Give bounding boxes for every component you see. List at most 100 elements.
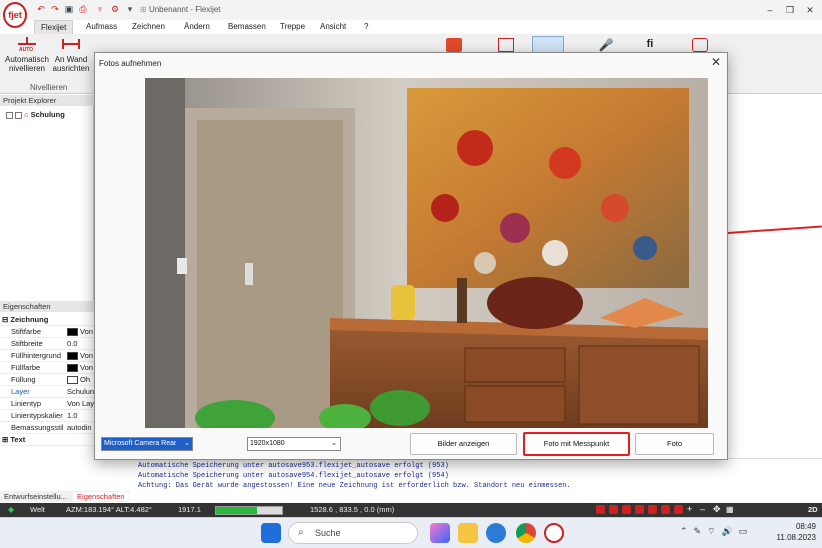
project-root-item[interactable]: ⌂ Schulung xyxy=(6,110,65,119)
section-text[interactable]: ⊞ Text xyxy=(0,434,94,446)
menu-flexijet[interactable]: Flexijet xyxy=(34,20,74,34)
undo-icon[interactable]: ↶ xyxy=(36,4,46,14)
snap-icon[interactable] xyxy=(648,505,657,514)
widgets-icon[interactable] xyxy=(430,523,450,543)
snap-icon[interactable] xyxy=(596,505,605,514)
print-icon[interactable]: ⎙ xyxy=(78,4,88,14)
chevron-down-icon: ⌄ xyxy=(331,440,337,447)
save-icon[interactable]: ▣ xyxy=(64,4,74,14)
start-icon[interactable] xyxy=(261,523,281,543)
menu-aufmass[interactable]: Aufmass xyxy=(80,20,123,34)
tab-entwurf[interactable]: Entwurfseinstellu... xyxy=(0,492,71,501)
menu-treppe[interactable]: Treppe xyxy=(274,20,311,34)
camera-preview-image xyxy=(145,78,708,428)
edge-icon[interactable] xyxy=(486,523,506,543)
menu-help[interactable]: ? xyxy=(358,20,374,34)
snap-icon[interactable] xyxy=(609,505,618,514)
auto-level-button[interactable]: AUTO Automatisch nivellieren xyxy=(4,37,50,73)
dialog-close-button[interactable]: ✕ xyxy=(711,55,721,69)
taskbar-search[interactable]: ⌕ Suche xyxy=(288,522,418,544)
log-line: Achtung: Das Gerät wurde angestossen! Ei… xyxy=(138,482,571,490)
search-icon: ⌕ xyxy=(298,527,304,538)
camera-preview[interactable] xyxy=(145,78,708,428)
zoom-in-icon[interactable]: + xyxy=(687,505,696,514)
photo-button[interactable]: Foto xyxy=(635,433,714,455)
redo-icon[interactable]: ↷ xyxy=(50,4,60,14)
prop-row[interactable]: Layer Schulun xyxy=(0,386,94,398)
log-line: Automatische Speicherung unter autosave9… xyxy=(138,462,449,470)
level-icon: AUTO xyxy=(16,37,38,53)
prop-row[interactable]: Füllfarbe Von xyxy=(0,362,94,374)
visibility-checkbox[interactable] xyxy=(15,111,22,119)
properties-header: Eigenschaften xyxy=(0,301,94,312)
log-panel: Automatische Speicherung unter autosave9… xyxy=(130,458,822,492)
resolution-select[interactable]: 1920x1080 ⌄ xyxy=(247,437,341,451)
camera-select[interactable]: Microsoft Camera Rear ⌄ xyxy=(101,437,193,451)
device-icon[interactable]: ⚙ xyxy=(110,4,120,14)
section-zeichnung[interactable]: ⊟ Zeichnung xyxy=(0,314,94,326)
microphone-icon[interactable]: 🎤 xyxy=(598,38,614,52)
project-explorer-panel xyxy=(0,95,94,300)
properties-panel: ⊟ Zeichnung Stiftfarbe Von Stiftbreite 0.0… xyxy=(0,312,94,490)
chevron-down-icon: ⌄ xyxy=(184,440,190,447)
photo-dialog: Fotos aufnehmen ✕ Microsoft Camera Rear … xyxy=(94,52,728,460)
move-icon[interactable]: ✥ xyxy=(713,505,722,514)
menu-ansicht[interactable]: Ansicht xyxy=(314,20,352,34)
dialog-title: Fotos aufnehmen xyxy=(99,59,162,68)
menu-bar xyxy=(0,20,822,34)
status-tools: + – ✥ ▦ xyxy=(596,505,792,515)
status-coords: 1528.6 , 833.5 , 0.0 (mm) xyxy=(310,505,395,514)
tool-icon[interactable]: ♆ xyxy=(95,4,105,14)
tab-eigenschaften[interactable]: Eigenschaften xyxy=(73,492,129,501)
snap-icon[interactable] xyxy=(622,505,631,514)
maximize-button[interactable]: ❐ xyxy=(780,3,800,17)
connection-icon: ◆ xyxy=(8,505,15,514)
grid-icon[interactable]: ▦ xyxy=(726,505,735,514)
tray-icons[interactable]: ⌃✎⌔🔊▭ xyxy=(680,526,753,537)
status-distance: 1917.1 xyxy=(178,505,201,514)
prop-row[interactable]: Füllhintergrund Von xyxy=(0,350,94,362)
chrome-icon[interactable] xyxy=(516,523,536,543)
prop-row[interactable]: Linientypskalier 1.0 xyxy=(0,410,94,422)
snap-icon[interactable] xyxy=(661,505,670,514)
close-window-button[interactable]: ✕ xyxy=(800,3,820,17)
project-explorer-header: Projekt Explorer xyxy=(0,95,94,106)
clock[interactable]: 08:49 11.08.2023 xyxy=(776,521,816,543)
menu-bemassen[interactable]: Bemassen xyxy=(222,20,272,34)
status-angles: AZM:183.194° ALT:4.482° xyxy=(66,505,152,514)
prop-row[interactable]: Linientyp Von Lay xyxy=(0,398,94,410)
prop-row[interactable]: Stiftfarbe Von xyxy=(0,326,94,338)
location-icon[interactable] xyxy=(692,38,708,52)
bottom-tabs: Entwurfseinstellu... Eigenschaften xyxy=(0,491,130,502)
menu-zeichnen[interactable]: Zeichnen xyxy=(126,20,171,34)
file-explorer-icon[interactable] xyxy=(458,523,478,543)
title-bar xyxy=(0,0,822,20)
prop-row[interactable]: Stiftbreite 0.0 xyxy=(0,338,94,350)
expand-toggle[interactable] xyxy=(6,111,13,119)
log-line: Automatische Speicherung unter autosave9… xyxy=(138,472,449,480)
dropdown-icon[interactable]: ▾ xyxy=(125,4,135,14)
align-wall-button[interactable]: An Wand ausrichten xyxy=(52,37,90,73)
show-images-button[interactable]: Bilder anzeigen xyxy=(410,433,517,455)
align-wall-icon xyxy=(60,37,82,53)
snap-icon[interactable] xyxy=(635,505,644,514)
photo-with-measure-point-button[interactable]: Foto mit Messpunkt xyxy=(523,432,630,456)
flexijet-taskbar-icon[interactable] xyxy=(544,523,564,543)
view-mode[interactable]: 2D xyxy=(808,503,818,517)
prop-row[interactable]: Bemassungsstil autodin xyxy=(0,422,94,434)
progress-bar xyxy=(215,506,283,515)
minimize-button[interactable]: – xyxy=(760,3,780,17)
progress-fill xyxy=(216,507,257,514)
measure-frame-icon[interactable] xyxy=(498,38,514,52)
house-icon: ⌂ xyxy=(24,110,29,119)
window-title: ⊞ Unbenannt - Flexijet xyxy=(140,5,221,14)
snap-icon[interactable] xyxy=(674,505,683,514)
prop-row[interactable]: Füllung Oh xyxy=(0,374,94,386)
status-mode: Welt xyxy=(30,505,45,514)
app-logo[interactable]: fjet xyxy=(3,2,27,28)
zoom-out-icon[interactable]: – xyxy=(700,505,709,514)
photo-count-icon[interactable] xyxy=(446,38,462,52)
menu-aendern[interactable]: Ändern xyxy=(178,20,216,34)
ribbon-group-label: Nivellieren xyxy=(30,83,68,92)
function-icon[interactable]: fi xyxy=(642,38,658,52)
